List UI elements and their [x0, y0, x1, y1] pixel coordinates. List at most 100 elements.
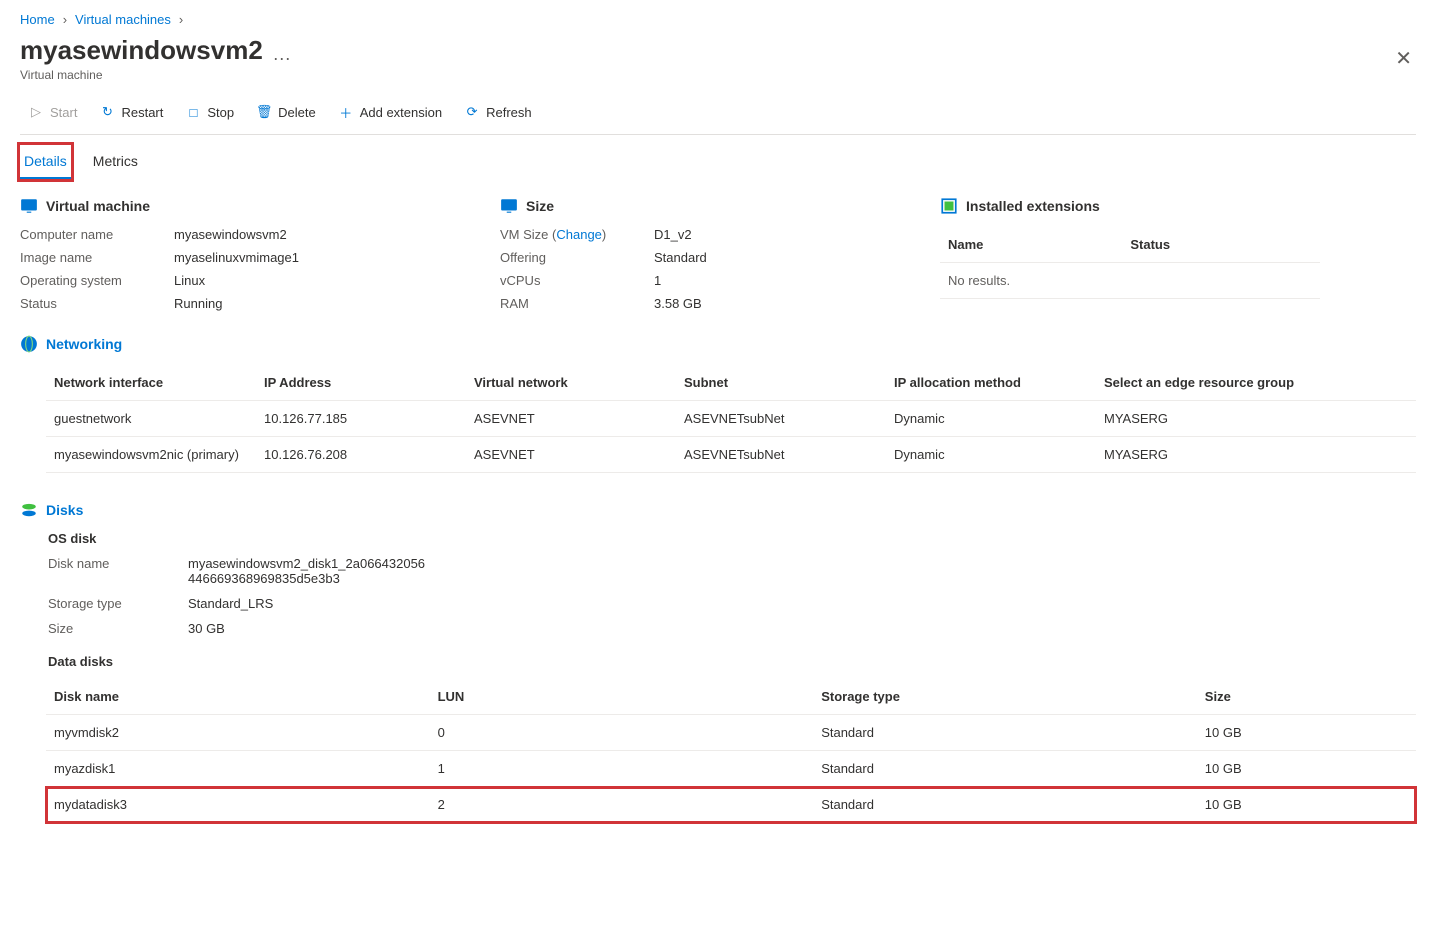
- vm-os-label: Operating system: [20, 273, 160, 288]
- start-label: Start: [50, 105, 77, 120]
- net-col-ip: IP Address: [256, 365, 466, 401]
- dd-name: mydatadisk3: [46, 787, 430, 823]
- tab-bar: Details Metrics: [20, 145, 1416, 179]
- net-ip: 10.126.77.185: [256, 401, 466, 437]
- section-disks: Disks OS disk Disk name myasewindowsvm2_…: [20, 501, 1416, 823]
- datadisks-header: Data disks: [20, 654, 1416, 669]
- vm-image-name-label: Image name: [20, 250, 160, 265]
- dd-st: Standard: [813, 715, 1197, 751]
- card-extensions: Installed extensions Name Status No resu…: [940, 197, 1320, 311]
- net-nic: guestnetwork: [46, 401, 256, 437]
- net-alloc: Dynamic: [886, 401, 1096, 437]
- play-icon: ▷: [28, 104, 44, 120]
- vm-status: Running: [174, 296, 440, 311]
- vmsize-label: VM Size (Change): [500, 227, 640, 242]
- ext-col-status: Status: [1122, 227, 1320, 263]
- vm-computer-name: myasewindowsvm2: [174, 227, 440, 242]
- ext-empty: No results.: [940, 263, 1320, 299]
- restart-icon: ↻: [99, 104, 115, 120]
- net-col-alloc: IP allocation method: [886, 365, 1096, 401]
- disksize: 30 GB: [188, 621, 428, 636]
- restart-label: Restart: [121, 105, 163, 120]
- add-extension-button[interactable]: ＋ Add extension: [330, 100, 450, 124]
- dd-col-name: Disk name: [46, 679, 430, 715]
- storagetype-label: Storage type: [48, 596, 188, 611]
- more-actions-button[interactable]: ···: [273, 48, 291, 69]
- dd-lun: 1: [430, 751, 814, 787]
- chevron-right-icon: ›: [179, 12, 183, 27]
- osdisk-header: OS disk: [20, 531, 1416, 546]
- dd-lun: 2: [430, 787, 814, 823]
- net-rg: MYASERG: [1096, 401, 1416, 437]
- net-ip: 10.126.76.208: [256, 437, 466, 473]
- disks-header-link[interactable]: Disks: [46, 502, 83, 518]
- extension-icon: [940, 197, 958, 215]
- data-disk-row: myazdisk1 1 Standard 10 GB: [46, 751, 1416, 787]
- data-disk-row: myvmdisk2 0 Standard 10 GB: [46, 715, 1416, 751]
- change-size-link[interactable]: Change: [556, 227, 602, 242]
- breadcrumb-vms[interactable]: Virtual machines: [75, 12, 171, 27]
- diskname-label: Disk name: [48, 556, 188, 586]
- delete-label: Delete: [278, 105, 316, 120]
- net-nic: myasewindowsvm2nic (primary): [46, 437, 256, 473]
- net-subnet: ASEVNETsubNet: [676, 437, 886, 473]
- net-rg: MYASERG: [1096, 437, 1416, 473]
- networking-header-link[interactable]: Networking: [46, 336, 122, 352]
- disksize-label: Size: [48, 621, 188, 636]
- net-col-vnet: Virtual network: [466, 365, 676, 401]
- close-button[interactable]: ✕: [1391, 42, 1416, 75]
- ext-header: Installed extensions: [966, 198, 1100, 214]
- net-vnet: ASEVNET: [466, 401, 676, 437]
- dd-st: Standard: [813, 751, 1197, 787]
- trash-icon: 🗑: [256, 104, 272, 120]
- card-virtual-machine: Virtual machine Computer name myasewindo…: [20, 197, 440, 311]
- breadcrumb: Home › Virtual machines ›: [20, 12, 1416, 27]
- stop-icon: □: [185, 104, 201, 120]
- delete-button[interactable]: 🗑 Delete: [248, 100, 324, 124]
- net-subnet: ASEVNETsubNet: [676, 401, 886, 437]
- net-row: myasewindowsvm2nic (primary) 10.126.76.2…: [46, 437, 1416, 473]
- refresh-label: Refresh: [486, 105, 532, 120]
- breadcrumb-home[interactable]: Home: [20, 12, 55, 27]
- dd-name: myazdisk1: [46, 751, 430, 787]
- dd-size: 10 GB: [1197, 751, 1416, 787]
- storagetype: Standard_LRS: [188, 596, 428, 611]
- globe-icon: [20, 335, 38, 353]
- diskname: myasewindowsvm2_disk1_2a0664320564466693…: [188, 556, 428, 586]
- net-col-subnet: Subnet: [676, 365, 886, 401]
- offering: Standard: [654, 250, 774, 265]
- section-networking: Networking Network interface IP Address …: [20, 335, 1416, 473]
- refresh-button[interactable]: ⟳ Refresh: [456, 100, 540, 124]
- dd-size: 10 GB: [1197, 715, 1416, 751]
- net-alloc: Dynamic: [886, 437, 1096, 473]
- dd-name: myvmdisk2: [46, 715, 430, 751]
- vm-os: Linux: [174, 273, 440, 288]
- disks-icon: [20, 501, 38, 519]
- tab-metrics[interactable]: Metrics: [89, 145, 142, 179]
- dd-col-size: Size: [1197, 679, 1416, 715]
- plus-icon: ＋: [338, 104, 354, 120]
- net-col-rg: Select an edge resource group: [1096, 365, 1416, 401]
- vcpus-label: vCPUs: [500, 273, 640, 288]
- monitor-icon: [500, 197, 518, 215]
- vm-computer-name-label: Computer name: [20, 227, 160, 242]
- ext-col-name: Name: [940, 227, 1122, 263]
- dd-size: 10 GB: [1197, 787, 1416, 823]
- stop-button[interactable]: □ Stop: [177, 100, 242, 124]
- vm-image-name: myaselinuxvmimage1: [174, 250, 440, 265]
- dd-col-st: Storage type: [813, 679, 1197, 715]
- net-col-nic: Network interface: [46, 365, 256, 401]
- data-disk-row-highlighted: mydatadisk3 2 Standard 10 GB: [46, 787, 1416, 823]
- restart-button[interactable]: ↻ Restart: [91, 100, 171, 124]
- refresh-icon: ⟳: [464, 104, 480, 120]
- offering-label: Offering: [500, 250, 640, 265]
- card-size: Size VM Size (Change) D1_v2 Offering Sta…: [500, 197, 880, 311]
- stop-label: Stop: [207, 105, 234, 120]
- dd-st: Standard: [813, 787, 1197, 823]
- addext-label: Add extension: [360, 105, 442, 120]
- dd-col-lun: LUN: [430, 679, 814, 715]
- size-header: Size: [526, 198, 554, 214]
- monitor-icon: [20, 197, 38, 215]
- tab-details[interactable]: Details: [20, 145, 71, 179]
- ram-label: RAM: [500, 296, 640, 311]
